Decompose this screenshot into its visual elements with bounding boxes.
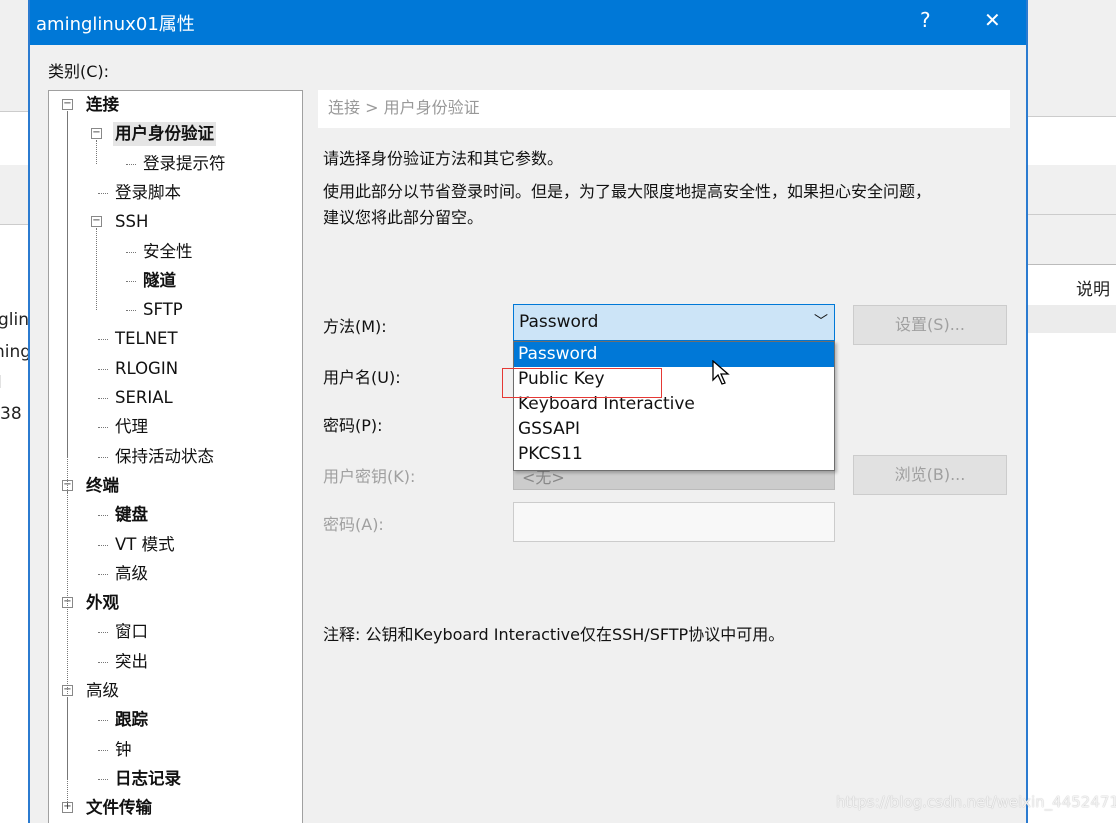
method-value: Password [519, 312, 599, 332]
tree-item[interactable]: VT 模式 [115, 533, 175, 557]
method-select[interactable]: Password ﹀ [513, 304, 835, 341]
tree-connector [98, 632, 108, 634]
tree-connector [126, 310, 136, 312]
method-label: 方法(M): [323, 317, 387, 336]
note-text: 注释: 公钥和Keyboard Interactive仅在SSH/SFTP协议中… [323, 625, 785, 644]
dialog-title: aminglinux01属性 [36, 14, 195, 35]
method-dropdown-list[interactable]: Password Public Key Keyboard Interactive GS… [513, 341, 835, 471]
collapse-icon[interactable]: − [91, 216, 102, 228]
tree-item[interactable]: 文件传输 [86, 796, 152, 820]
tree-connector [126, 251, 136, 253]
mouse-cursor-icon [712, 360, 730, 385]
tree-item[interactable]: 安全性 [143, 240, 193, 264]
expand-icon[interactable]: + [62, 802, 73, 814]
breadcrumb: 连接 > 用户身份验证 [318, 90, 1010, 128]
settings-button[interactable]: 设置(S)... [853, 305, 1007, 345]
user-key-label: 用户密钥(K): [323, 467, 416, 486]
username-label: 用户名(U): [323, 368, 401, 387]
tree-connector [98, 368, 108, 370]
tree-connector [98, 720, 108, 722]
tree-item[interactable]: SSH [115, 210, 148, 234]
category-label: 类别(C): [48, 62, 110, 81]
watermark: https://blog.csdn.net/weixin_44524718 [836, 793, 1116, 811]
properties-dialog: aminglinux01属性 ? ✕ 类别(C): − 连接 − 用户身份验证 登录提示… [28, 0, 1028, 823]
title-bar: aminglinux01属性 ? ✕ [30, 0, 1026, 45]
tree-item[interactable]: 高级 [115, 562, 148, 586]
tree-item[interactable]: 登录脚本 [115, 181, 181, 205]
method-option[interactable]: Password [514, 342, 834, 367]
method-option[interactable]: PKCS11 [514, 442, 834, 467]
tree-item[interactable]: 外观 [86, 591, 119, 615]
annotation-highlight-box [502, 368, 662, 398]
tree-connector [98, 456, 108, 458]
tree-item[interactable]: 高级 [86, 679, 119, 703]
tree-connector [67, 111, 68, 803]
method-option[interactable]: GSSAPI [514, 417, 834, 442]
close-button[interactable]: ✕ [984, 8, 1001, 32]
tree-connector [98, 661, 108, 663]
tree-connector [98, 192, 108, 194]
tree-item[interactable]: 保持活动状态 [115, 445, 214, 469]
tree-connector [126, 280, 136, 282]
column-header-description[interactable]: 说明 [1076, 275, 1110, 300]
tree-item[interactable]: RLOGIN [115, 357, 178, 381]
tree-connector [98, 778, 108, 780]
help-button[interactable]: ? [920, 8, 931, 32]
tree-item[interactable]: 终端 [86, 474, 119, 498]
tree-connector [98, 544, 108, 546]
tree-item[interactable]: 代理 [115, 415, 148, 439]
tree-item[interactable]: 隧道 [143, 269, 176, 293]
description-line-1: 使用此部分以节省登录时间。但是，为了最大限度地提高安全性，如果担心安全问题， [323, 182, 932, 201]
tree-connector [98, 339, 108, 341]
intro-text: 请选择身份验证方法和其它参数。 [323, 149, 564, 168]
bg-fragment: ning [0, 342, 32, 362]
bg-fragment: glin [0, 310, 30, 330]
tree-item[interactable]: 跟踪 [115, 708, 148, 732]
tree-item[interactable]: 用户身份验证 [113, 122, 216, 147]
browse-button[interactable]: 浏览(B)... [853, 455, 1007, 495]
passphrase-label: 密码(A): [323, 515, 384, 534]
tree-connector [96, 228, 97, 311]
tree-connector [98, 427, 108, 429]
category-tree[interactable]: − 连接 − 用户身份验证 登录提示符 登录脚本 − SSH 安全性 隧道 SFTP TELNET RL… [48, 90, 303, 823]
tree-item[interactable]: 键盘 [115, 503, 148, 527]
tree-connector [98, 398, 108, 399]
tree-item[interactable]: 登录提示符 [143, 152, 226, 176]
tree-item[interactable]: 窗口 [115, 620, 148, 644]
tree-item[interactable]: TELNET [115, 327, 178, 351]
tree-connector [98, 749, 108, 751]
tree-item[interactable]: SERIAL [115, 386, 173, 410]
collapse-icon[interactable]: − [62, 99, 73, 110]
passphrase-input[interactable] [513, 502, 835, 542]
chevron-down-icon: ﹀ [814, 314, 828, 330]
tree-item[interactable]: SFTP [143, 298, 183, 322]
tree-item[interactable]: 日志记录 [115, 767, 181, 791]
bg-fragment: 38 [0, 404, 22, 424]
description-line-2: 建议您将此部分留空。 [323, 208, 484, 227]
tree-connector [98, 573, 108, 575]
background-app-left: glin ning l 38 [0, 0, 32, 823]
tree-item[interactable]: 钟 [115, 738, 132, 762]
collapse-icon[interactable]: − [91, 128, 102, 140]
bg-fragment: l [0, 373, 2, 393]
tree-item[interactable]: 连接 [86, 93, 119, 117]
tree-connector [98, 515, 108, 517]
tree-connector [126, 163, 136, 165]
background-app-right: 说明 [1028, 0, 1116, 823]
tree-connector [96, 140, 97, 164]
tree-item[interactable]: 突出 [115, 650, 148, 674]
password-label: 密码(P): [323, 416, 383, 435]
